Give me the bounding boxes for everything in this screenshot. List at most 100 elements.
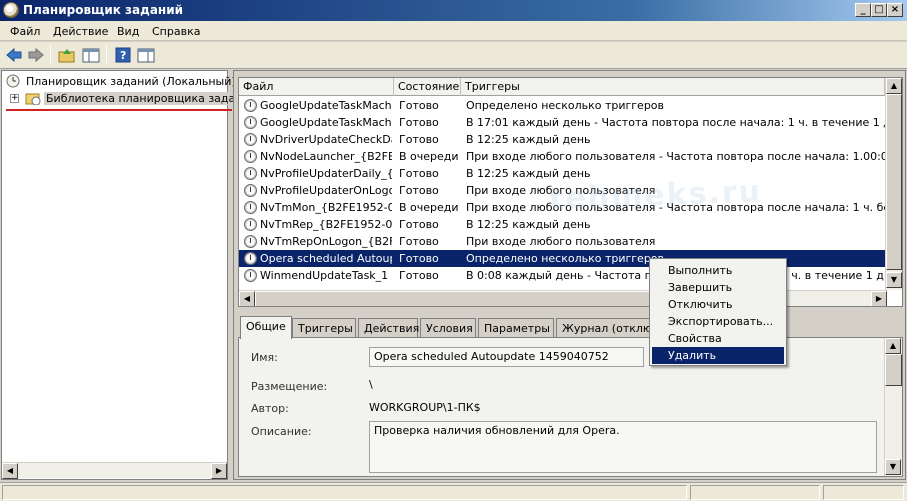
name-field[interactable]: Opera scheduled Autoupdate 1459040752 [369,347,644,367]
menu-item-run[interactable]: Выполнить [652,262,784,279]
menu-item-disable[interactable]: Отключить [652,296,784,313]
back-icon[interactable] [5,47,23,63]
task-status: Готово [399,252,439,265]
menu-bar: Файл Действие Вид Справка [0,21,907,41]
task-status: В очереди [399,201,459,214]
menu-item-delete[interactable]: Удалить [652,347,784,364]
tree-horizontal-scrollbar[interactable]: ◀ ▶ [2,462,227,479]
up-folder-icon[interactable] [58,47,76,63]
description-field[interactable]: Проверка наличия обновлений для Opera. [369,421,877,473]
task-row[interactable]: WinmendUpdateTask_1 Готово В 0:08 каждый д… [239,267,885,284]
scroll-thumb[interactable] [885,354,902,386]
status-panel-2 [690,485,820,500]
toolbar-separator [106,46,107,64]
task-name: NvProfileUpdaterOnLogo... [260,184,392,197]
column-header-status[interactable]: Состояние [394,78,461,96]
menu-file[interactable]: Файл [10,25,40,38]
clock-icon [6,74,20,88]
scroll-left-icon[interactable]: ◀ [2,463,18,479]
clock-icon [244,133,257,146]
column-header-file[interactable]: Файл [239,78,394,96]
author-value: WORKGROUP\1-ПК$ [369,401,481,414]
clock-icon [244,167,257,180]
task-triggers: При входе любого пользователя [466,235,656,248]
expand-icon[interactable]: + [10,94,19,103]
location-label: Размещение: [251,380,328,393]
task-status: Готово [399,167,439,180]
scroll-right-icon[interactable]: ▶ [211,463,227,479]
task-triggers: Определено несколько триггеров [466,99,665,112]
tab-settings[interactable]: Параметры [478,318,554,338]
close-button[interactable]: × [887,3,903,17]
menu-help[interactable]: Справка [152,25,200,38]
task-name: NvProfileUpdaterDaily_{... [260,167,392,180]
task-status: Готово [399,99,439,112]
task-triggers: При входе любого пользователя - Частота … [466,150,885,163]
column-header-triggers[interactable]: Триггеры [461,78,885,96]
tab-actions[interactable]: Действия [358,318,419,338]
help-icon[interactable]: ? [114,47,132,63]
task-row[interactable]: NvTmRepOnLogon_{B2F... Готово При входе лю… [239,233,885,250]
status-bar [0,482,907,501]
menu-item-export[interactable]: Экспортировать... [652,313,784,330]
task-list-vertical-scrollbar[interactable]: ▲ ▼ [885,78,902,290]
task-row[interactable]: NvNodeLauncher_{B2FE... В очереди При вход… [239,148,885,165]
minimize-button[interactable]: _ [855,3,871,17]
show-hide-tree-icon[interactable] [82,47,100,63]
task-triggers: В 17:01 каждый день - Частота повтора по… [466,116,885,129]
task-name: NvTmRep_{B2FE1952-0... [260,218,392,231]
description-label: Описание: [251,425,312,438]
tab-general[interactable]: Общие [240,316,292,339]
author-label: Автор: [251,402,289,415]
details-vertical-scrollbar[interactable]: ▲ ▼ [884,338,902,476]
toolbar-separator [50,46,51,64]
folder-clock-icon [25,93,41,105]
scroll-down-icon[interactable]: ▼ [886,272,902,288]
scroll-up-icon[interactable]: ▲ [886,78,902,94]
status-panel-main [2,485,687,500]
status-panel-3 [823,485,904,500]
task-row[interactable]: GoogleUpdateTaskMachi... Готово Определено… [239,97,885,114]
scroll-right-icon[interactable]: ▶ [871,291,887,306]
forward-icon[interactable] [27,47,45,63]
details-tabs: Общие Триггеры Действия Условия Параметр… [238,316,903,339]
menu-item-end[interactable]: Завершить [652,279,784,296]
name-label: Имя: [251,351,278,364]
clock-icon [244,184,257,197]
menu-item-properties[interactable]: Свойства [652,330,784,347]
menu-view[interactable]: Вид [117,25,139,38]
task-triggers: В 12:25 каждый день [466,133,591,146]
task-name: NvTmRepOnLogon_{B2F... [260,235,392,248]
scroll-left-icon[interactable]: ◀ [239,291,255,306]
clock-icon [244,252,257,265]
clock-icon [244,269,257,282]
tab-triggers[interactable]: Триггеры [292,318,356,338]
task-status: Готово [399,184,439,197]
scroll-thumb[interactable] [886,94,902,270]
tab-conditions[interactable]: Условия [420,318,476,338]
task-status: В очереди [399,150,459,163]
task-row[interactable]: NvDriverUpdateCheckDa... Готово В 12:25 ка… [239,131,885,148]
task-row[interactable]: NvTmRep_{B2FE1952-0... Готово В 12:25 кажд… [239,216,885,233]
task-name: Opera scheduled Autoup... [260,252,392,265]
task-triggers: В 12:25 каждый день [466,218,591,231]
task-status: Готово [399,116,439,129]
task-row[interactable]: GoogleUpdateTaskMachi... Готово В 17:01 ка… [239,114,885,131]
clock-icon [244,201,257,214]
red-underline-annotation [6,109,232,111]
action-pane-icon[interactable] [137,47,155,63]
task-row[interactable]: NvProfileUpdaterDaily_{... Готово В 12:25 … [239,165,885,182]
menu-action[interactable]: Действие [53,25,108,38]
toolbar: ? [0,42,907,69]
task-name: GoogleUpdateTaskMachi... [260,116,392,129]
task-name: NvDriverUpdateCheckDa... [260,133,392,146]
maximize-button[interactable]: □ [871,3,887,17]
task-list-horizontal-scrollbar[interactable]: ◀ ▶ [239,290,887,306]
scroll-up-icon[interactable]: ▲ [885,338,901,354]
task-name: WinmendUpdateTask_1 [260,269,389,282]
tree-item-root-label: Планировщик заданий (Локальный) [26,75,236,88]
task-status: Готово [399,235,439,248]
task-row[interactable]: Opera scheduled Autoup...ГотовоОпределен… [239,250,885,267]
scroll-down-icon[interactable]: ▼ [885,459,901,475]
task-status: Готово [399,133,439,146]
